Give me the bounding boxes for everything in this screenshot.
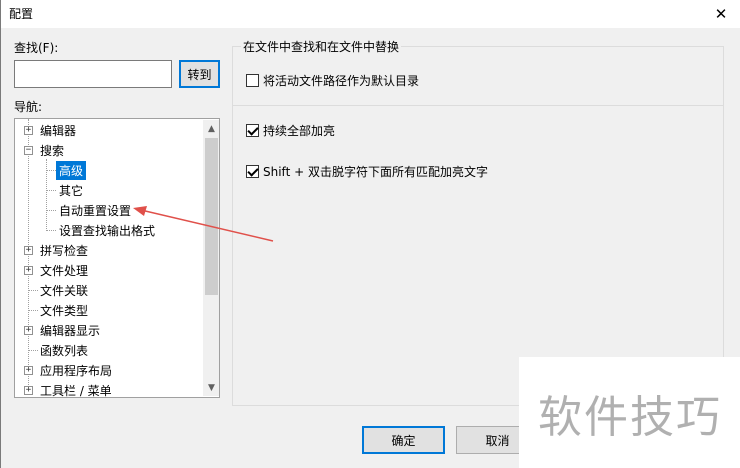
config-dialog: 配置 ✕ 查找(F): 转到 导航: + 编辑器 − 搜索 高级 其它 自动重置… bbox=[0, 0, 740, 468]
watermark: 软件技巧 bbox=[519, 357, 740, 468]
